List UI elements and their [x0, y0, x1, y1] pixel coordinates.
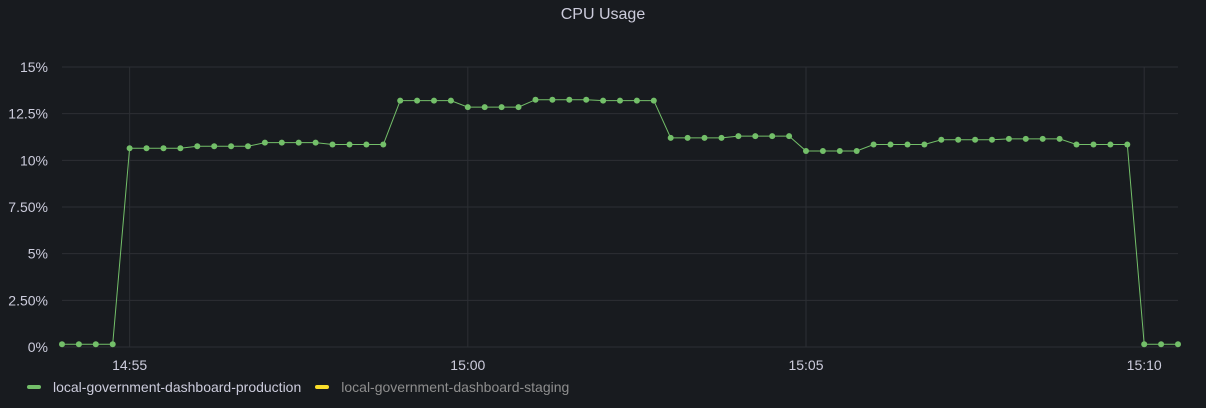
data-point — [1056, 135, 1063, 142]
data-point — [735, 133, 742, 140]
data-point — [481, 104, 488, 111]
data-point — [1107, 141, 1114, 148]
y-tick-label: 12.5% — [8, 106, 48, 122]
data-point — [515, 104, 522, 111]
y-tick-label: 7.50% — [8, 199, 48, 215]
data-point — [633, 97, 640, 104]
data-point — [836, 148, 843, 154]
data-point — [532, 96, 539, 103]
cpu-usage-panel: CPU Usage 0% 2.50% 5% 7.50% 10% 12.5% 15% 14:55… — [0, 0, 1206, 408]
data-point — [295, 139, 302, 146]
data-point — [160, 145, 167, 152]
x-tick-label: 15:00 — [450, 357, 485, 370]
legend-label-production: local-government-dashboard-production — [53, 379, 302, 395]
data-point — [887, 141, 894, 148]
data-point — [177, 145, 184, 152]
data-point — [431, 97, 437, 104]
data-point — [617, 97, 623, 104]
legend-swatch-staging — [315, 385, 330, 389]
data-point — [329, 141, 336, 148]
data-point — [718, 134, 725, 141]
data-point — [972, 136, 979, 143]
data-point — [92, 341, 99, 348]
data-point — [1175, 341, 1181, 348]
y-tick-label: 10% — [20, 152, 48, 168]
data-point — [228, 143, 235, 150]
data-point — [769, 133, 776, 140]
data-point — [583, 96, 590, 103]
data-point — [194, 143, 201, 150]
data-point — [397, 97, 404, 104]
data-point — [109, 341, 116, 348]
data-point — [921, 141, 928, 148]
legend-item-staging[interactable]: local-government-dashboard-staging — [315, 379, 569, 395]
y-tick-label: 0% — [28, 339, 48, 355]
data-point — [667, 134, 674, 141]
data-point — [464, 104, 471, 111]
data-point — [211, 143, 218, 150]
x-tick-label: 15:10 — [1127, 357, 1162, 370]
y-tick-label: 2.50% — [8, 292, 48, 308]
data-point — [938, 136, 945, 143]
legend-item-production[interactable]: local-government-dashboard-production — [27, 379, 301, 395]
data-point — [126, 145, 133, 152]
data-point — [1141, 341, 1148, 348]
data-point — [819, 148, 826, 154]
y-tick-label: 5% — [28, 246, 48, 262]
data-point — [853, 148, 860, 154]
legend: local-government-dashboard-production lo… — [27, 379, 569, 395]
data-point — [59, 341, 65, 348]
data-point — [143, 145, 150, 152]
data-point — [752, 133, 759, 140]
data-point — [363, 141, 370, 148]
x-tick-label: 14:55 — [112, 357, 147, 370]
data-point — [75, 341, 82, 348]
series-line — [62, 99, 1178, 345]
data-point — [1090, 141, 1097, 148]
data-point — [955, 136, 962, 143]
data-point — [447, 97, 454, 104]
data-point — [904, 141, 911, 148]
data-point — [1124, 141, 1131, 148]
data-point — [549, 96, 556, 103]
data-point — [346, 141, 353, 148]
data-point — [1073, 141, 1080, 148]
data-point — [278, 139, 285, 146]
legend-label-staging: local-government-dashboard-staging — [341, 379, 570, 395]
data-point — [600, 97, 607, 104]
data-point — [786, 133, 793, 140]
data-point — [245, 143, 251, 150]
data-point — [650, 97, 657, 104]
data-point — [701, 134, 708, 141]
data-point — [414, 97, 421, 104]
cpu-usage-chart[interactable]: 0% 2.50% 5% 7.50% 10% 12.5% 15% 14:55 15:00 15:05… — [0, 0, 1206, 370]
data-point — [989, 136, 995, 143]
data-point — [1022, 135, 1029, 142]
data-point — [261, 139, 268, 146]
y-tick-label: 15% — [20, 59, 48, 75]
data-point — [803, 148, 809, 154]
data-point — [870, 141, 877, 148]
data-point — [1005, 135, 1012, 142]
data-point — [566, 96, 573, 103]
data-point — [684, 134, 691, 141]
data-point — [1039, 135, 1046, 142]
data-point — [380, 141, 387, 148]
data-point — [498, 104, 505, 111]
data-point — [312, 139, 319, 146]
data-point — [1158, 341, 1165, 348]
legend-swatch-production — [27, 385, 41, 389]
x-tick-label: 15:05 — [788, 357, 823, 370]
